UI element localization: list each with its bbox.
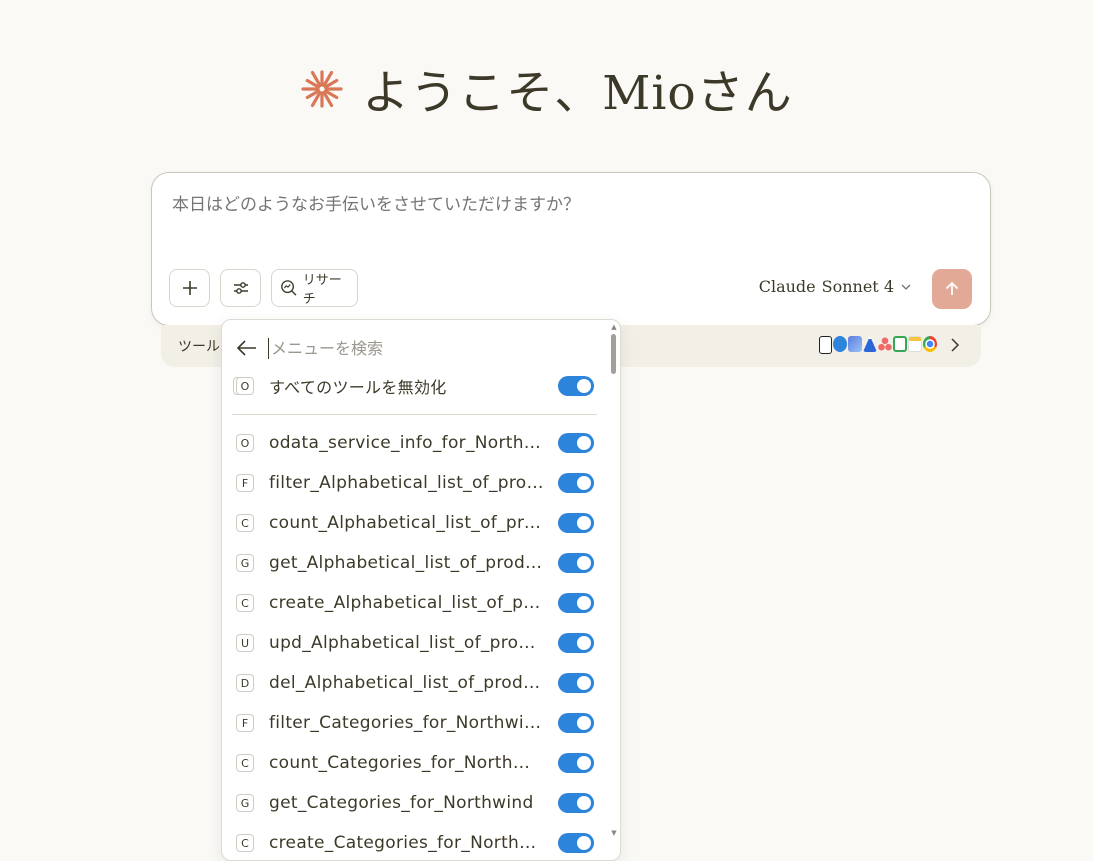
claude-spark-icon bbox=[301, 69, 343, 108]
tool-toggle[interactable] bbox=[558, 753, 594, 773]
tool-badge: G bbox=[236, 554, 254, 572]
plus-icon bbox=[182, 281, 197, 295]
tool-toggle[interactable] bbox=[558, 593, 594, 613]
sliders-icon bbox=[233, 282, 248, 294]
tool-toggle[interactable] bbox=[558, 433, 594, 453]
disable-all-tools-row[interactable]: O すべてのツールを無効化 bbox=[236, 373, 594, 399]
tool-badge: F bbox=[236, 714, 254, 732]
connector-icons bbox=[819, 336, 937, 354]
tool-item[interactable]: Ddel_Alphabetical_list_of_products bbox=[236, 670, 594, 696]
tool-name: filter_Alphabetical_list_of_products bbox=[269, 473, 544, 493]
c-app-icon bbox=[833, 336, 847, 352]
model-brand: Claude bbox=[758, 277, 816, 296]
tool-toggle[interactable] bbox=[558, 633, 594, 653]
notion-icon bbox=[819, 336, 832, 354]
composer: リサーチ Claude Sonnet 4 bbox=[151, 172, 991, 326]
tool-name: count_Categories_for_Northwind bbox=[269, 753, 544, 773]
tool-item[interactable]: Oodata_service_info_for_Northwind bbox=[236, 430, 594, 456]
greeting: ようこそ、Mioさん bbox=[0, 54, 1093, 123]
tool-item[interactable]: Ffilter_Alphabetical_list_of_products bbox=[236, 470, 594, 496]
tool-toggle[interactable] bbox=[558, 553, 594, 573]
research-icon bbox=[281, 280, 297, 296]
tool-toggle[interactable] bbox=[558, 713, 594, 733]
chevron-down-icon bbox=[901, 284, 911, 290]
prompt-input[interactable] bbox=[170, 194, 954, 216]
scroll-thumb[interactable] bbox=[611, 334, 616, 374]
send-button[interactable] bbox=[932, 269, 972, 309]
chrome-icon bbox=[923, 336, 937, 352]
tool-item[interactable]: Ffilter_Categories_for_Northwind bbox=[236, 710, 594, 736]
s-app-icon bbox=[848, 336, 862, 352]
notes-icon bbox=[908, 336, 922, 352]
chevron-right-icon bbox=[951, 338, 960, 352]
tool-badge: O bbox=[236, 434, 254, 452]
tool-badge: F bbox=[236, 474, 254, 492]
tool-name: count_Alphabetical_list_of_products bbox=[269, 513, 544, 533]
research-label: リサーチ bbox=[302, 273, 342, 307]
disable-all-toggle[interactable] bbox=[558, 376, 594, 396]
tool-name: get_Categories_for_Northwind bbox=[269, 793, 534, 813]
research-button[interactable]: リサーチ bbox=[271, 269, 358, 307]
tool-toggle[interactable] bbox=[558, 833, 594, 853]
tool-badge: U bbox=[236, 634, 254, 652]
model-name: Sonnet 4 bbox=[821, 277, 894, 296]
menu-search-input[interactable] bbox=[268, 337, 563, 359]
tool-name: odata_service_info_for_Northwind bbox=[269, 433, 544, 453]
g-app-icon bbox=[893, 336, 907, 352]
tools-menu: O すべてのツールを無効化 Oodata_service_info_for_No… bbox=[221, 319, 621, 861]
tool-name: get_Alphabetical_list_of_products bbox=[269, 553, 544, 573]
tool-toggle[interactable] bbox=[558, 513, 594, 533]
tool-item[interactable]: Ccreate_Categories_for_Northwind bbox=[236, 830, 594, 856]
add-button[interactable] bbox=[169, 269, 210, 307]
tool-badge: C bbox=[236, 514, 254, 532]
menu-scrollbar[interactable]: ▲ ▼ bbox=[610, 320, 618, 860]
tool-name: create_Categories_for_Northwind bbox=[269, 833, 544, 853]
tool-item[interactable]: Gget_Alphabetical_list_of_products bbox=[236, 550, 594, 576]
scroll-down-arrow-icon[interactable]: ▼ bbox=[610, 828, 618, 838]
disable-all-label: すべてのツールを無効化 bbox=[269, 378, 447, 397]
menu-search-row bbox=[236, 334, 576, 362]
back-arrow-icon[interactable] bbox=[236, 339, 258, 357]
tool-name: del_Alphabetical_list_of_products bbox=[269, 673, 544, 693]
asana-icon bbox=[878, 336, 892, 352]
disable-all-badge: O bbox=[236, 377, 254, 395]
tool-badge: C bbox=[236, 754, 254, 772]
tool-badge: G bbox=[236, 794, 254, 812]
tool-name: upd_Alphabetical_list_of_products bbox=[269, 633, 544, 653]
tool-item[interactable]: Ccreate_Alphabetical_list_of_products bbox=[236, 590, 594, 616]
tool-item[interactable]: Ccount_Alphabetical_list_of_products bbox=[236, 510, 594, 536]
tool-toggle[interactable] bbox=[558, 473, 594, 493]
tool-item[interactable]: Uupd_Alphabetical_list_of_products bbox=[236, 630, 594, 656]
tool-item[interactable]: Ccount_Categories_for_Northwind bbox=[236, 750, 594, 776]
tool-badge: D bbox=[236, 674, 254, 692]
scroll-up-arrow-icon[interactable]: ▲ bbox=[610, 322, 618, 332]
model-selector[interactable]: Claude Sonnet 4 bbox=[759, 277, 912, 296]
tool-badge: C bbox=[236, 594, 254, 612]
tools-settings-button[interactable] bbox=[220, 269, 261, 307]
tool-toggle[interactable] bbox=[558, 673, 594, 693]
arrow-up-icon bbox=[945, 281, 959, 295]
tool-name: filter_Categories_for_Northwind bbox=[269, 713, 544, 733]
a-app-icon bbox=[863, 336, 877, 352]
menu-divider bbox=[232, 414, 597, 415]
tool-badge: C bbox=[236, 834, 254, 852]
tool-item[interactable]: Gget_Categories_for_Northwind bbox=[236, 790, 594, 816]
tool-name: create_Alphabetical_list_of_products bbox=[269, 593, 544, 613]
tool-toggle[interactable] bbox=[558, 793, 594, 813]
greeting-title: ようこそ、Mioさん bbox=[362, 66, 793, 121]
